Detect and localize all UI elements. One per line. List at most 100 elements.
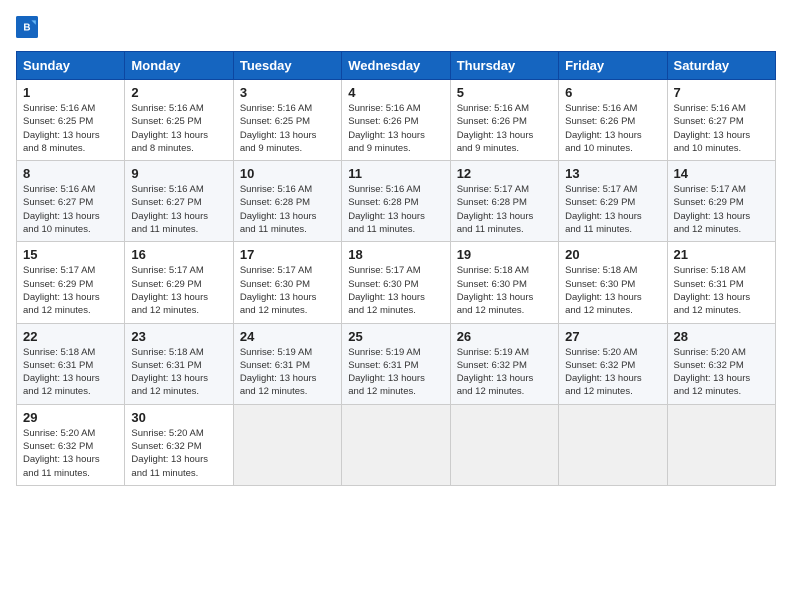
day-info: Sunrise: 5:16 AMSunset: 6:27 PMDaylight:…	[674, 102, 769, 155]
calendar-cell: 21 Sunrise: 5:18 AMSunset: 6:31 PMDayligh…	[667, 242, 775, 323]
day-info: Sunrise: 5:16 AMSunset: 6:27 PMDaylight:…	[23, 183, 118, 236]
day-number: 13	[565, 166, 660, 181]
calendar-cell: 10 Sunrise: 5:16 AMSunset: 6:28 PMDayligh…	[233, 161, 341, 242]
day-number: 5	[457, 85, 552, 100]
day-number: 9	[131, 166, 226, 181]
calendar-cell: 30 Sunrise: 5:20 AMSunset: 6:32 PMDayligh…	[125, 404, 233, 485]
header: B	[16, 16, 776, 43]
day-number: 15	[23, 247, 118, 262]
day-info: Sunrise: 5:20 AMSunset: 6:32 PMDaylight:…	[23, 427, 118, 480]
weekday-header-friday: Friday	[559, 52, 667, 80]
day-info: Sunrise: 5:16 AMSunset: 6:25 PMDaylight:…	[131, 102, 226, 155]
logo-icon: B	[16, 16, 38, 43]
weekday-header-tuesday: Tuesday	[233, 52, 341, 80]
calendar-cell: 26Sunrise: 5:19 AMSunset: 6:32 PMDayligh…	[450, 323, 558, 404]
day-info: Sunrise: 5:17 AMSunset: 6:29 PMDaylight:…	[565, 183, 660, 236]
day-number: 23	[131, 329, 226, 344]
day-info: Sunrise: 5:19 AMSunset: 6:31 PMDaylight:…	[240, 346, 335, 399]
day-info: Sunrise: 5:17 AMSunset: 6:29 PMDaylight:…	[131, 264, 226, 317]
calendar-cell: 25 Sunrise: 5:19 AMSunset: 6:31 PMDayligh…	[342, 323, 450, 404]
day-info: Sunrise: 5:19 AMSunset: 6:32 PMDaylight:…	[457, 346, 552, 399]
calendar-cell: 22 Sunrise: 5:18 AMSunset: 6:31 PMDayligh…	[17, 323, 125, 404]
logo: B	[16, 16, 42, 43]
day-number: 27	[565, 329, 660, 344]
day-info: Sunrise: 5:16 AMSunset: 6:25 PMDaylight:…	[23, 102, 118, 155]
day-number: 7	[674, 85, 769, 100]
day-info: Sunrise: 5:16 AMSunset: 6:28 PMDaylight:…	[348, 183, 443, 236]
calendar-table: SundayMondayTuesdayWednesdayThursdayFrid…	[16, 51, 776, 486]
day-info: Sunrise: 5:16 AMSunset: 6:26 PMDaylight:…	[348, 102, 443, 155]
calendar-cell: 17 Sunrise: 5:17 AMSunset: 6:30 PMDayligh…	[233, 242, 341, 323]
day-info: Sunrise: 5:17 AMSunset: 6:29 PMDaylight:…	[674, 183, 769, 236]
calendar-cell: 7 Sunrise: 5:16 AMSunset: 6:27 PMDaylight…	[667, 80, 775, 161]
day-info: Sunrise: 5:17 AMSunset: 6:30 PMDaylight:…	[348, 264, 443, 317]
calendar-cell: 6 Sunrise: 5:16 AMSunset: 6:26 PMDaylight…	[559, 80, 667, 161]
day-info: Sunrise: 5:20 AMSunset: 6:32 PMDaylight:…	[131, 427, 226, 480]
day-number: 14	[674, 166, 769, 181]
day-number: 2	[131, 85, 226, 100]
calendar-cell: 23 Sunrise: 5:18 AMSunset: 6:31 PMDayligh…	[125, 323, 233, 404]
calendar-cell: 11 Sunrise: 5:16 AMSunset: 6:28 PMDayligh…	[342, 161, 450, 242]
day-number: 3	[240, 85, 335, 100]
day-number: 6	[565, 85, 660, 100]
day-number: 1	[23, 85, 118, 100]
day-info: Sunrise: 5:17 AMSunset: 6:30 PMDaylight:…	[240, 264, 335, 317]
day-number: 24	[240, 329, 335, 344]
calendar-cell: 16 Sunrise: 5:17 AMSunset: 6:29 PMDayligh…	[125, 242, 233, 323]
day-info: Sunrise: 5:17 AMSunset: 6:29 PMDaylight:…	[23, 264, 118, 317]
calendar-cell: 3 Sunrise: 5:16 AMSunset: 6:25 PMDaylight…	[233, 80, 341, 161]
calendar-cell: 8 Sunrise: 5:16 AMSunset: 6:27 PMDaylight…	[17, 161, 125, 242]
calendar-cell: 20 Sunrise: 5:18 AMSunset: 6:30 PMDayligh…	[559, 242, 667, 323]
calendar-cell: 29 Sunrise: 5:20 AMSunset: 6:32 PMDayligh…	[17, 404, 125, 485]
calendar-cell: 9 Sunrise: 5:16 AMSunset: 6:27 PMDaylight…	[125, 161, 233, 242]
weekday-header-wednesday: Wednesday	[342, 52, 450, 80]
day-number: 18	[348, 247, 443, 262]
day-info: Sunrise: 5:20 AMSunset: 6:32 PMDaylight:…	[565, 346, 660, 399]
day-number: 16	[131, 247, 226, 262]
day-number: 12	[457, 166, 552, 181]
calendar-cell: 18 Sunrise: 5:17 AMSunset: 6:30 PMDayligh…	[342, 242, 450, 323]
weekday-header-sunday: Sunday	[17, 52, 125, 80]
day-number: 8	[23, 166, 118, 181]
day-info: Sunrise: 5:16 AMSunset: 6:26 PMDaylight:…	[565, 102, 660, 155]
calendar-cell: 15 Sunrise: 5:17 AMSunset: 6:29 PMDayligh…	[17, 242, 125, 323]
calendar-cell: 19Sunrise: 5:18 AMSunset: 6:30 PMDayligh…	[450, 242, 558, 323]
calendar-cell	[342, 404, 450, 485]
calendar-cell: 27 Sunrise: 5:20 AMSunset: 6:32 PMDayligh…	[559, 323, 667, 404]
day-info: Sunrise: 5:18 AMSunset: 6:30 PMDaylight:…	[565, 264, 660, 317]
day-number: 25	[348, 329, 443, 344]
day-info: Sunrise: 5:17 AMSunset: 6:28 PMDaylight:…	[457, 183, 552, 236]
day-number: 21	[674, 247, 769, 262]
day-info: Sunrise: 5:16 AMSunset: 6:28 PMDaylight:…	[240, 183, 335, 236]
day-number: 28	[674, 329, 769, 344]
day-number: 19	[457, 247, 552, 262]
day-info: Sunrise: 5:16 AMSunset: 6:25 PMDaylight:…	[240, 102, 335, 155]
day-number: 22	[23, 329, 118, 344]
day-number: 10	[240, 166, 335, 181]
day-info: Sunrise: 5:16 AMSunset: 6:27 PMDaylight:…	[131, 183, 226, 236]
calendar-cell: 24 Sunrise: 5:19 AMSunset: 6:31 PMDayligh…	[233, 323, 341, 404]
day-number: 29	[23, 410, 118, 425]
day-info: Sunrise: 5:18 AMSunset: 6:31 PMDaylight:…	[131, 346, 226, 399]
day-number: 4	[348, 85, 443, 100]
calendar-cell: 28 Sunrise: 5:20 AMSunset: 6:32 PMDayligh…	[667, 323, 775, 404]
calendar-cell	[450, 404, 558, 485]
weekday-header-thursday: Thursday	[450, 52, 558, 80]
day-info: Sunrise: 5:16 AMSunset: 6:26 PMDaylight:…	[457, 102, 552, 155]
day-info: Sunrise: 5:18 AMSunset: 6:31 PMDaylight:…	[23, 346, 118, 399]
calendar-cell: 4 Sunrise: 5:16 AMSunset: 6:26 PMDaylight…	[342, 80, 450, 161]
calendar-cell: 2 Sunrise: 5:16 AMSunset: 6:25 PMDaylight…	[125, 80, 233, 161]
calendar-cell: 12 Sunrise: 5:17 AMSunset: 6:28 PMDayligh…	[450, 161, 558, 242]
day-info: Sunrise: 5:20 AMSunset: 6:32 PMDaylight:…	[674, 346, 769, 399]
calendar-cell: 5 Sunrise: 5:16 AMSunset: 6:26 PMDaylight…	[450, 80, 558, 161]
day-info: Sunrise: 5:19 AMSunset: 6:31 PMDaylight:…	[348, 346, 443, 399]
day-info: Sunrise: 5:18 AMSunset: 6:31 PMDaylight:…	[674, 264, 769, 317]
day-number: 11	[348, 166, 443, 181]
day-number: 30	[131, 410, 226, 425]
calendar-cell: 13 Sunrise: 5:17 AMSunset: 6:29 PMDayligh…	[559, 161, 667, 242]
day-number: 17	[240, 247, 335, 262]
calendar-cell	[667, 404, 775, 485]
calendar-cell	[233, 404, 341, 485]
day-number: 20	[565, 247, 660, 262]
svg-text:B: B	[23, 22, 30, 33]
